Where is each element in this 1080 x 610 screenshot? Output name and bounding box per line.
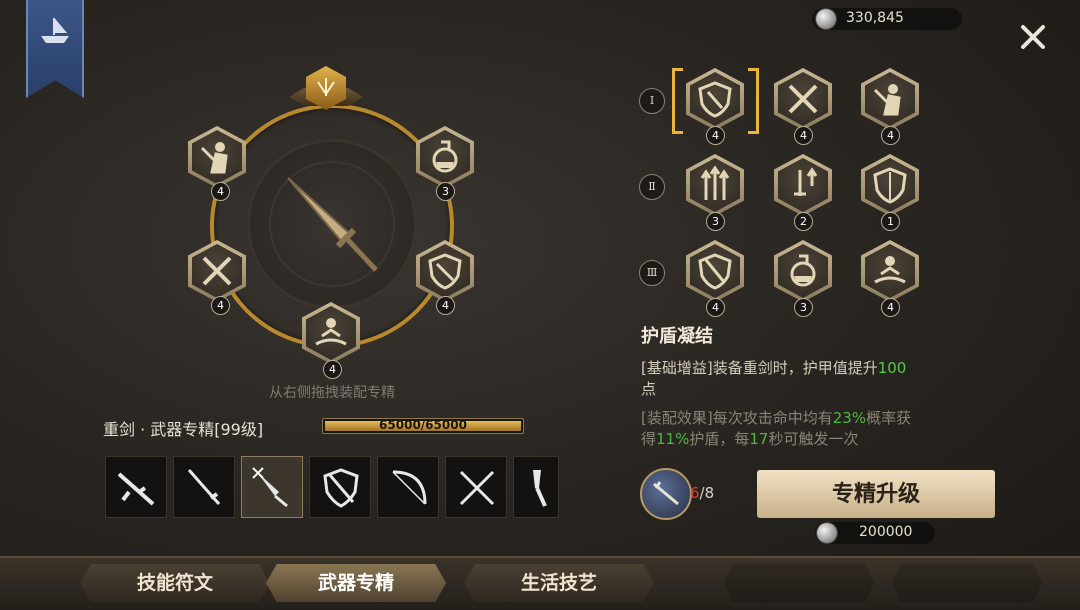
skill-level-badge: 3 — [706, 212, 725, 231]
xp-text: 65000/65000 — [379, 418, 467, 432]
selection-bracket-left — [672, 68, 683, 134]
dagger-icon — [533, 470, 547, 507]
currency-balance: 330,845 — [846, 10, 904, 26]
tab-empty-2 — [892, 564, 1042, 602]
skill-level-badge: 4 — [706, 298, 725, 317]
weapon-type-greatsword[interactable] — [241, 456, 303, 518]
triple-arrow-icon — [700, 166, 730, 200]
skill-3-2[interactable] — [774, 240, 832, 302]
book-count: 6/8 — [690, 484, 715, 502]
tier-label-3: Ⅲ — [639, 260, 665, 286]
skill-2-2[interactable] — [774, 154, 832, 216]
skill-level-badge: 3 — [794, 298, 813, 317]
drag-hint: 从右侧拖拽装配专精 — [269, 385, 395, 401]
silver-coin-icon — [817, 523, 837, 543]
slot-level-badge: 4 — [211, 296, 230, 315]
splash-icon — [874, 256, 906, 284]
shield-icon — [698, 253, 732, 290]
skill-3-1[interactable] — [686, 240, 744, 302]
katana-icon — [187, 469, 221, 505]
weapon-type-shield[interactable] — [309, 456, 371, 518]
tier-label-1: Ⅰ — [639, 88, 665, 114]
greatsword-icon — [269, 161, 395, 287]
weapon-type-rifle[interactable] — [105, 456, 167, 518]
silver-coin-icon — [816, 9, 836, 29]
fighter-icon — [200, 142, 228, 174]
skill-level-badge: 4 — [794, 126, 813, 145]
shield-icon — [873, 167, 907, 204]
rifle-icon — [117, 472, 155, 506]
skill-level-badge: 4 — [881, 298, 900, 317]
shield-icon — [428, 253, 462, 290]
dual-swords-icon — [459, 470, 495, 506]
upgrade-cost: 200000 — [815, 522, 935, 544]
slot-level-badge: 4 — [436, 296, 455, 315]
ship-icon — [41, 18, 69, 43]
weapon-type-bow[interactable] — [377, 456, 439, 518]
tier-label-2: Ⅱ — [639, 174, 665, 200]
mastery-book-icon[interactable] — [640, 468, 692, 520]
mastery-upgrade-button[interactable]: 专精升级 — [757, 470, 995, 518]
weapon-type-dual-swords[interactable] — [445, 456, 507, 518]
skill-title: 护盾凝结 — [641, 326, 713, 347]
bow-icon — [392, 470, 427, 505]
currency-display: 330,845 — [812, 8, 962, 30]
skill-2-1[interactable] — [686, 154, 744, 216]
crossed-swords-icon — [788, 84, 818, 114]
mastery-xp-bar: 65000/65000 — [322, 418, 524, 434]
tab-weapon-mastery[interactable]: 武器专精 — [266, 564, 446, 602]
tab-life-skills[interactable]: 生活技艺 — [464, 564, 654, 602]
tab-empty-1 — [724, 564, 874, 602]
skill-1-1[interactable] — [686, 68, 744, 130]
weapon-type-katana[interactable] — [173, 456, 235, 518]
potion-icon — [432, 140, 458, 173]
skill-2-3[interactable] — [861, 154, 919, 216]
skill-level-badge: 2 — [794, 212, 813, 231]
skill-level-badge: 4 — [706, 126, 725, 145]
guild-banner[interactable] — [26, 0, 84, 98]
shield-sword-icon — [323, 468, 359, 508]
slot-level-badge: 3 — [436, 182, 455, 201]
upgrade-cost-value: 200000 — [859, 524, 913, 540]
shield-icon — [698, 81, 732, 118]
slot-level-badge: 4 — [323, 360, 342, 379]
splash-icon — [315, 318, 347, 346]
crossed-swords-icon — [202, 256, 232, 286]
slot-level-badge: 4 — [211, 182, 230, 201]
sword-up-icon — [794, 167, 818, 196]
fighter-icon — [873, 84, 901, 116]
skill-1-2[interactable] — [774, 68, 832, 130]
weapon-mastery-label: 重剑 · 武器专精[99级] — [103, 420, 264, 439]
unequip-icon[interactable] — [251, 466, 265, 480]
close-icon[interactable] — [1016, 20, 1050, 54]
weapon-emblem — [250, 142, 414, 306]
tab-skill-runes[interactable]: 技能符文 — [80, 564, 270, 602]
potion-icon — [790, 254, 816, 287]
skill-1-3[interactable] — [861, 68, 919, 130]
weapon-type-dagger[interactable] — [513, 456, 559, 518]
skill-3-3[interactable] — [861, 240, 919, 302]
skill-level-badge: 1 — [881, 212, 900, 231]
selection-bracket-right — [748, 68, 759, 134]
base-bonus-text: [基础增益]装备重剑时，护甲值提升100 点 — [641, 359, 907, 398]
equip-effect-text: [装配效果]每次攻击命中均有23%概率获 得11%护盾，每17秒可触发一次 — [641, 409, 912, 448]
skill-level-badge: 4 — [881, 126, 900, 145]
